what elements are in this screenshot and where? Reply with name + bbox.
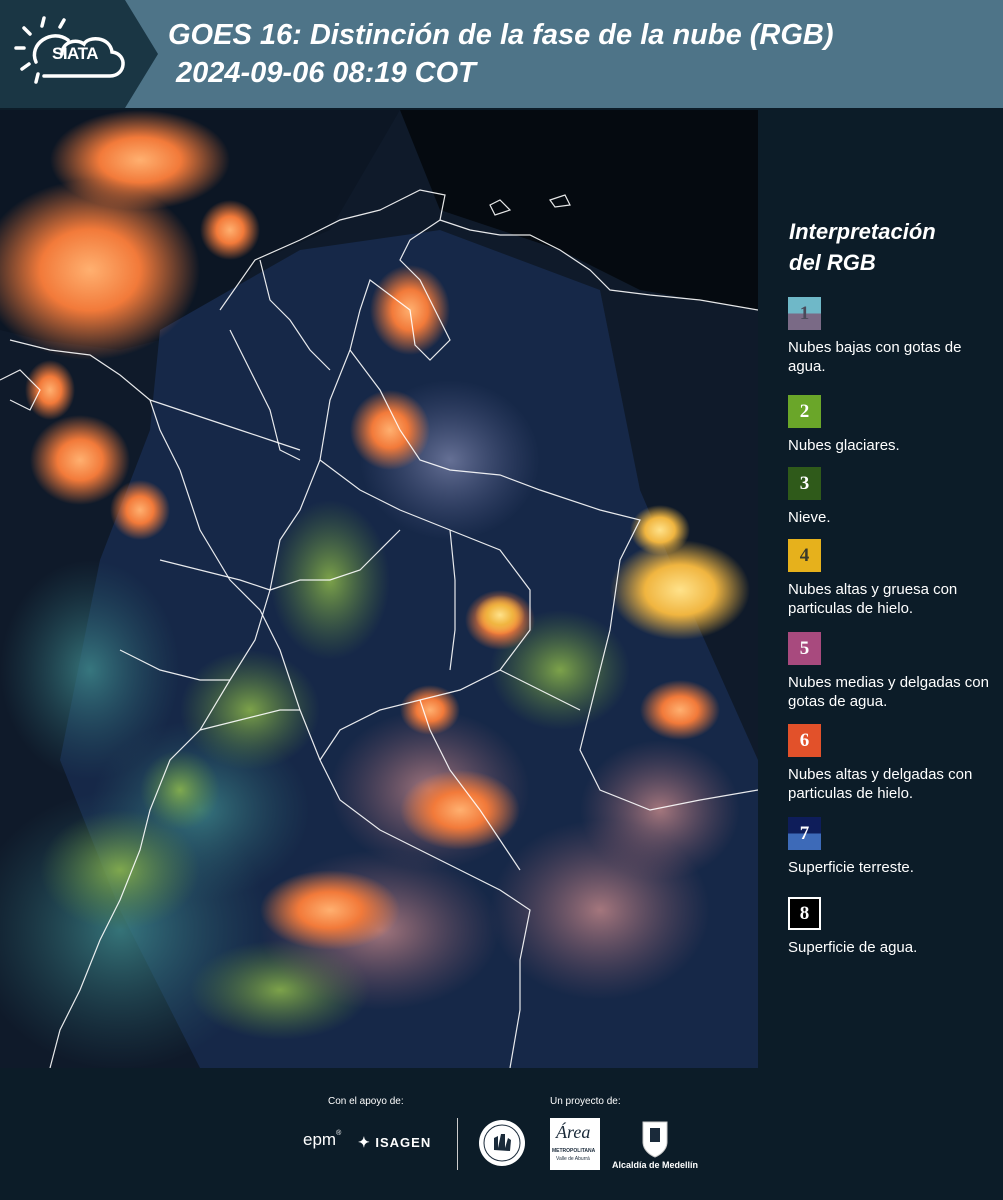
legend-title-line-1: Interpretación [789,219,936,244]
legend-number: 7 [799,822,810,844]
legend-item: 4 Nubes altas y gruesa con particulas de … [788,539,993,618]
footer-divider [457,1118,458,1170]
legend-swatch: 3 [788,467,821,500]
title-line-1: GOES 16: Distinción de la fase de la nub… [168,19,834,51]
area-small-text: METROPOLITANA [552,1148,596,1154]
legend-swatch: 1 [788,297,821,330]
epm-logo: epm® [303,1130,342,1149]
legend-label: Superficie de agua. [788,939,918,956]
legend-label: Nubes bajas con gotas de agua. [788,339,962,375]
legend-label: Nubes altas y delgadas con particulas de… [788,766,973,802]
support-label: Con el apoyo de: [328,1096,404,1107]
legend-number: 2 [799,400,810,422]
satellite-map [0,110,758,1068]
legend-item: 2 Nubes glaciares. [788,395,993,455]
epm-text: epm [303,1130,337,1149]
legend-swatch: 4 [788,539,821,572]
legend-number: 3 [799,472,810,494]
legend-label: Nubes glaciares. [788,437,900,454]
legend-panel: Interpretación del RGB 1 Nubes bajas con … [762,110,1003,1070]
legend-label: Nieve. [788,509,831,526]
area-sub-text: Valle de Aburrá [556,1156,590,1162]
page-title: GOES 16: Distinción de la fase de la nub… [168,16,834,92]
legend-swatch: 6 [788,724,821,757]
header-bar: SIATA GOES 16: Distinción de la fase de … [0,0,1003,108]
legend-title-line-2: del RGB [789,250,876,275]
legend-item: 6 Nubes altas y delgadas con particulas d… [788,724,993,803]
legend-item: 5 Nubes medias y delgadas con gotas de ag… [788,632,993,711]
legend-number: 8 [799,902,810,924]
area-big-text: Área [556,1122,591,1142]
legend-label: Nubes medias y delgadas con gotas de agu… [788,674,989,710]
legend-item: 1 Nubes bajas con gotas de agua. [788,297,993,376]
legend-number: 4 [799,544,810,566]
legend-swatch: 2 [788,395,821,428]
isagen-text: ISAGEN [375,1135,432,1150]
legend-number: 1 [799,302,810,324]
alcaldia-text: Alcaldía de Medellín [612,1160,699,1170]
seal-logo [479,1120,525,1166]
siata-logo: SIATA [0,0,158,108]
isagen-icon: ✦ [358,1134,371,1150]
footer: Con el apoyo de: Un proyecto de: epm® ✦ … [0,1068,1003,1200]
legend-item: 8 Superficie de agua. [788,897,993,957]
legend-number: 6 [799,729,810,751]
legend-title: Interpretación del RGB [789,216,936,278]
legend-swatch: 5 [788,632,821,665]
legend-swatch: 7 [788,817,821,850]
legend-number: 5 [799,637,810,659]
legend-item: 7 Superficie terreste. [788,817,993,877]
legend-label: Nubes altas y gruesa con particulas de h… [788,581,958,617]
area-metropolitana-logo: Área METROPOLITANA Valle de Aburrá [550,1118,600,1170]
legend-item: 3 Nieve. [788,467,993,527]
logo-text: SIATA [52,44,98,63]
legend-label: Superficie terreste. [788,859,914,876]
title-line-2: 2024-09-06 08:19 COT [176,57,476,89]
project-label: Un proyecto de: [550,1096,621,1107]
isagen-logo: ✦ ISAGEN [358,1134,431,1151]
legend-swatch: 8 [788,897,821,930]
medellin-shield-icon [642,1121,668,1158]
